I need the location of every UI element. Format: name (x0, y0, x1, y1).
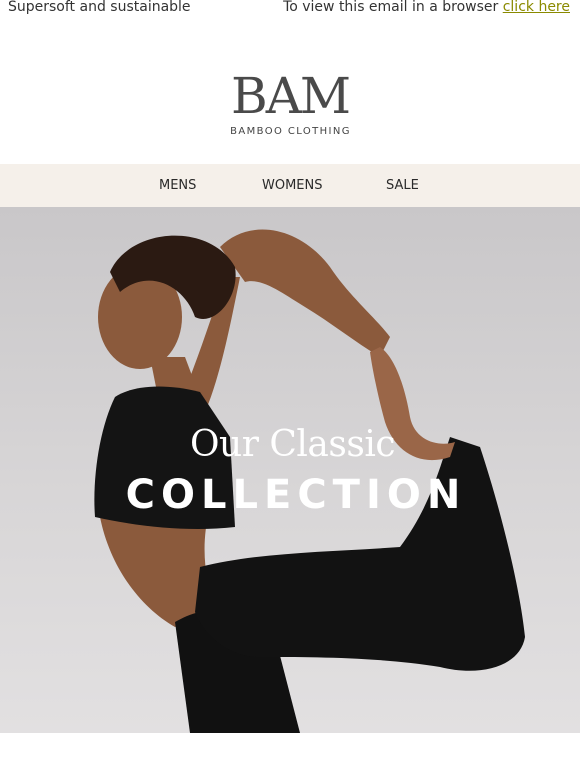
main-navigation: MENS WOMENS SALE (0, 164, 580, 207)
logo-subtitle: BAMBOO CLOTHING (230, 126, 351, 137)
hero-banner[interactable]: Our Classic COLLECTION (0, 207, 580, 733)
hero-heading-collection: COLLECTION (125, 472, 467, 518)
preheader-browser-text: To view this email in a browser (283, 0, 499, 15)
logo-wordmark: BAM (230, 67, 351, 125)
nav-item-mens[interactable]: MENS (159, 178, 196, 193)
hero-model-image (94, 229, 525, 733)
brand-logo[interactable]: BAM BAMBOO CLOTHING (0, 70, 580, 137)
view-in-browser-link[interactable]: click here (503, 0, 570, 15)
nav-item-womens[interactable]: WOMENS (262, 178, 323, 193)
preheader-bar: Supersoft and sustainable To view this e… (0, 0, 580, 16)
preheader-tagline: Supersoft and sustainable (8, 0, 191, 15)
preheader-browser-note: To view this email in a browser click he… (283, 0, 570, 14)
nav-item-sale[interactable]: SALE (386, 178, 419, 193)
hero-heading-script: Our Classic (190, 424, 396, 465)
model-arm (220, 229, 390, 357)
